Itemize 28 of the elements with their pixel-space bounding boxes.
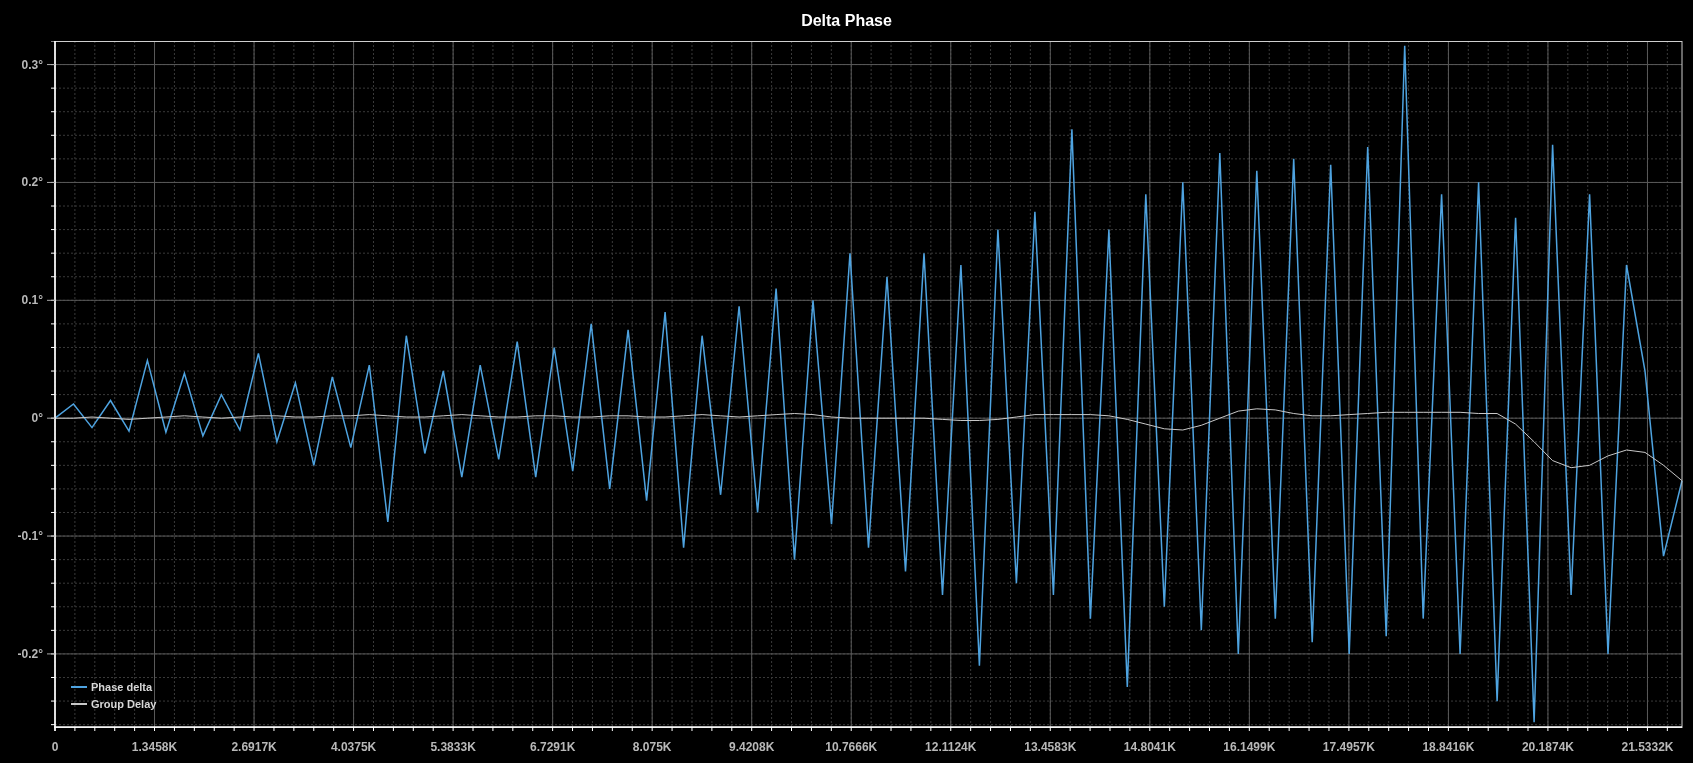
- x-tick-label: 13.4583K: [1024, 740, 1077, 754]
- y-tick-label: 0.3°: [21, 57, 43, 72]
- y-tick-label: 0.1°: [21, 293, 43, 308]
- legend-line: [70, 703, 88, 705]
- chart-title: Delta Phase: [801, 10, 892, 31]
- legend-label: Phase delta: [91, 681, 153, 693]
- y-tick-label: 0°: [31, 411, 43, 426]
- x-tick-label: 10.7666K: [825, 740, 878, 754]
- x-tick-label: 0: [51, 740, 59, 754]
- y-tick-label: -0.2°: [17, 646, 43, 661]
- x-tick-label: 14.8041K: [1123, 740, 1176, 754]
- y-tick-label: 0.2°: [21, 175, 43, 190]
- x-tick-label: 4.0375K: [330, 740, 377, 754]
- x-tick-label: 6.7291K: [529, 740, 576, 754]
- x-tick-label: 12.1124K: [925, 740, 977, 754]
- x-tick-label: 9.4208K: [729, 740, 775, 754]
- x-tick-label: 1.3458K: [131, 740, 178, 754]
- x-tick-label: 21.5332K: [1621, 740, 1674, 754]
- x-tick-label: 17.4957K: [1322, 740, 1375, 754]
- x-tick-label: 20.1874K: [1521, 740, 1574, 754]
- y-tick-label: -0.1°: [17, 529, 43, 544]
- legend-line: [70, 686, 88, 688]
- x-tick-label: 2.6917K: [231, 740, 277, 754]
- x-tick-label: 8.075K: [632, 740, 672, 754]
- x-tick-label: 5.3833K: [430, 740, 476, 754]
- x-tick-label: 18.8416K: [1422, 740, 1475, 754]
- legend-label: Group Delay: [91, 698, 157, 710]
- x-tick-label: 16.1499K: [1223, 740, 1276, 754]
